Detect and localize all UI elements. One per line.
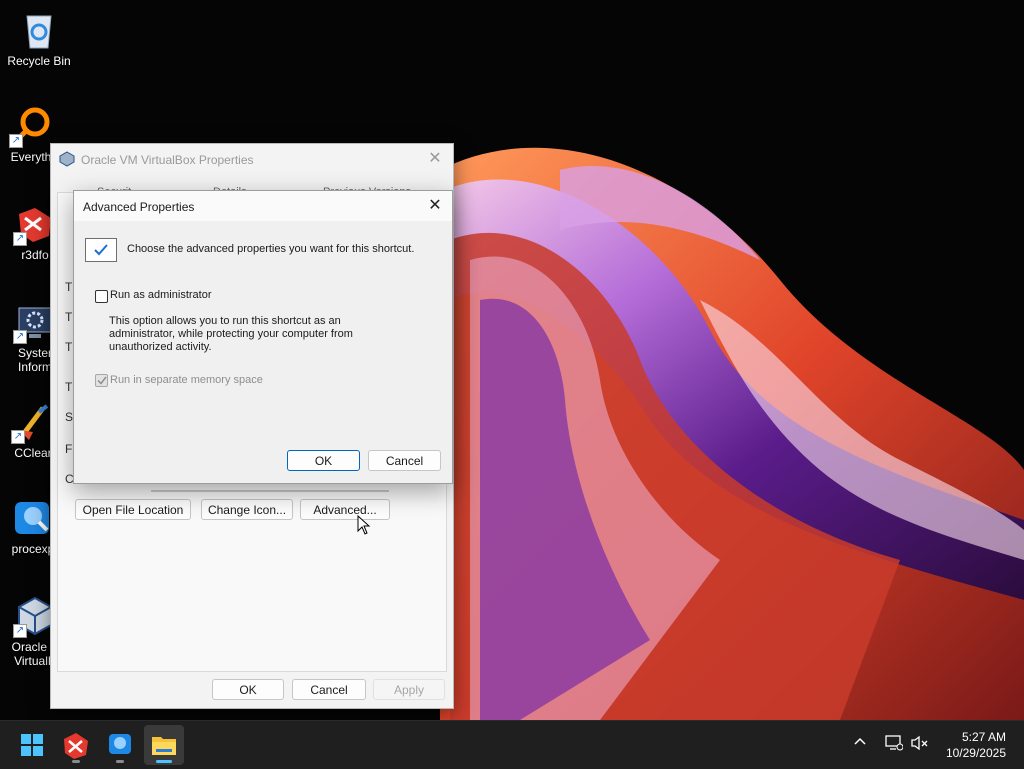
running-indicator xyxy=(156,760,172,763)
cancel-button[interactable]: Cancel xyxy=(292,679,366,700)
show-hidden-icons-chevron-icon[interactable] xyxy=(853,735,867,752)
taskbar-app-procexp[interactable] xyxy=(100,725,140,765)
properties-titlebar[interactable]: Oracle VM VirtualBox Properties ✕ xyxy=(51,144,453,174)
start-button[interactable] xyxy=(12,725,52,765)
volume-muted-icon[interactable] xyxy=(911,735,929,754)
mouse-cursor-icon xyxy=(357,515,371,535)
shortcut-arrow-icon: ↗ xyxy=(9,134,23,148)
desktop-icon-recycle-bin[interactable]: Recycle Bin xyxy=(0,10,78,68)
advanced-dialog-titlebar[interactable]: Advanced Properties ✕ xyxy=(74,191,452,221)
virtualbox-icon: ↗ xyxy=(13,596,55,638)
separate-memory-checkbox xyxy=(95,374,108,387)
taskbar: 5:27 AM 10/29/2025 xyxy=(0,720,1024,769)
process-explorer-icon xyxy=(13,498,53,538)
advanced-dialog-title: Advanced Properties xyxy=(83,200,195,214)
open-file-location-button[interactable]: Open File Location xyxy=(75,499,191,520)
field-label-fragment: T xyxy=(65,340,73,354)
taskbar-app-r3dfox[interactable] xyxy=(56,725,96,765)
run-as-admin-checkbox[interactable] xyxy=(95,290,108,303)
shortcut-arrow-icon: ↗ xyxy=(13,232,27,246)
comment-field[interactable] xyxy=(151,490,389,492)
shortcut-arrow-icon: ↗ xyxy=(11,430,25,444)
system-information-icon: ↗ xyxy=(13,302,55,344)
apply-button[interactable]: Apply xyxy=(373,679,445,700)
desktop-icon-label: Recycle Bin xyxy=(7,54,71,68)
ok-button[interactable]: OK xyxy=(212,679,284,700)
running-indicator xyxy=(116,760,124,763)
checkmark-icon xyxy=(85,238,117,262)
properties-title: Oracle VM VirtualBox Properties xyxy=(81,153,254,167)
change-icon-button[interactable]: Change Icon... xyxy=(201,499,293,520)
field-label-fragment: S xyxy=(65,410,74,424)
r3dfox-icon xyxy=(64,733,88,759)
ok-button[interactable]: OK xyxy=(287,450,360,471)
field-label-fragment: T xyxy=(65,380,73,394)
cancel-button[interactable]: Cancel xyxy=(368,450,441,471)
virtualbox-icon xyxy=(59,151,75,167)
process-explorer-icon xyxy=(109,734,131,754)
file-explorer-icon xyxy=(152,737,176,755)
taskbar-app-file-explorer[interactable] xyxy=(144,725,184,765)
close-icon[interactable]: ✕ xyxy=(424,195,446,217)
run-as-admin-label[interactable]: Run as administrator xyxy=(110,289,212,301)
start-icon xyxy=(21,734,43,756)
advanced-button[interactable]: Advanced... xyxy=(300,499,390,520)
taskbar-clock[interactable]: 5:27 AM 10/29/2025 xyxy=(946,729,1006,761)
field-label-fragment: T xyxy=(65,310,73,324)
recycle-bin-icon xyxy=(19,10,59,50)
network-icon[interactable] xyxy=(885,735,904,754)
field-label-fragment: F xyxy=(65,442,73,456)
run-as-admin-description: This option allows you to run this short… xyxy=(109,315,353,353)
ccleaner-icon: ↗ xyxy=(11,402,53,444)
shortcut-arrow-icon: ↗ xyxy=(13,330,27,344)
everything-search-icon: ↗ xyxy=(9,106,51,148)
shortcut-arrow-icon: ↗ xyxy=(13,624,27,638)
clock-time: 5:27 AM xyxy=(961,730,1006,744)
close-icon[interactable]: ✕ xyxy=(425,149,445,169)
separate-memory-label: Run in separate memory space xyxy=(110,374,263,386)
clock-date: 10/29/2025 xyxy=(945,746,1006,760)
running-indicator xyxy=(72,760,80,763)
r3dfox-icon: ↗ xyxy=(13,204,55,246)
field-label-fragment: T xyxy=(65,280,73,294)
advanced-info-text: Choose the advanced properties you want … xyxy=(127,243,415,255)
advanced-properties-dialog: Advanced Properties ✕ Choose the advance… xyxy=(73,190,453,484)
